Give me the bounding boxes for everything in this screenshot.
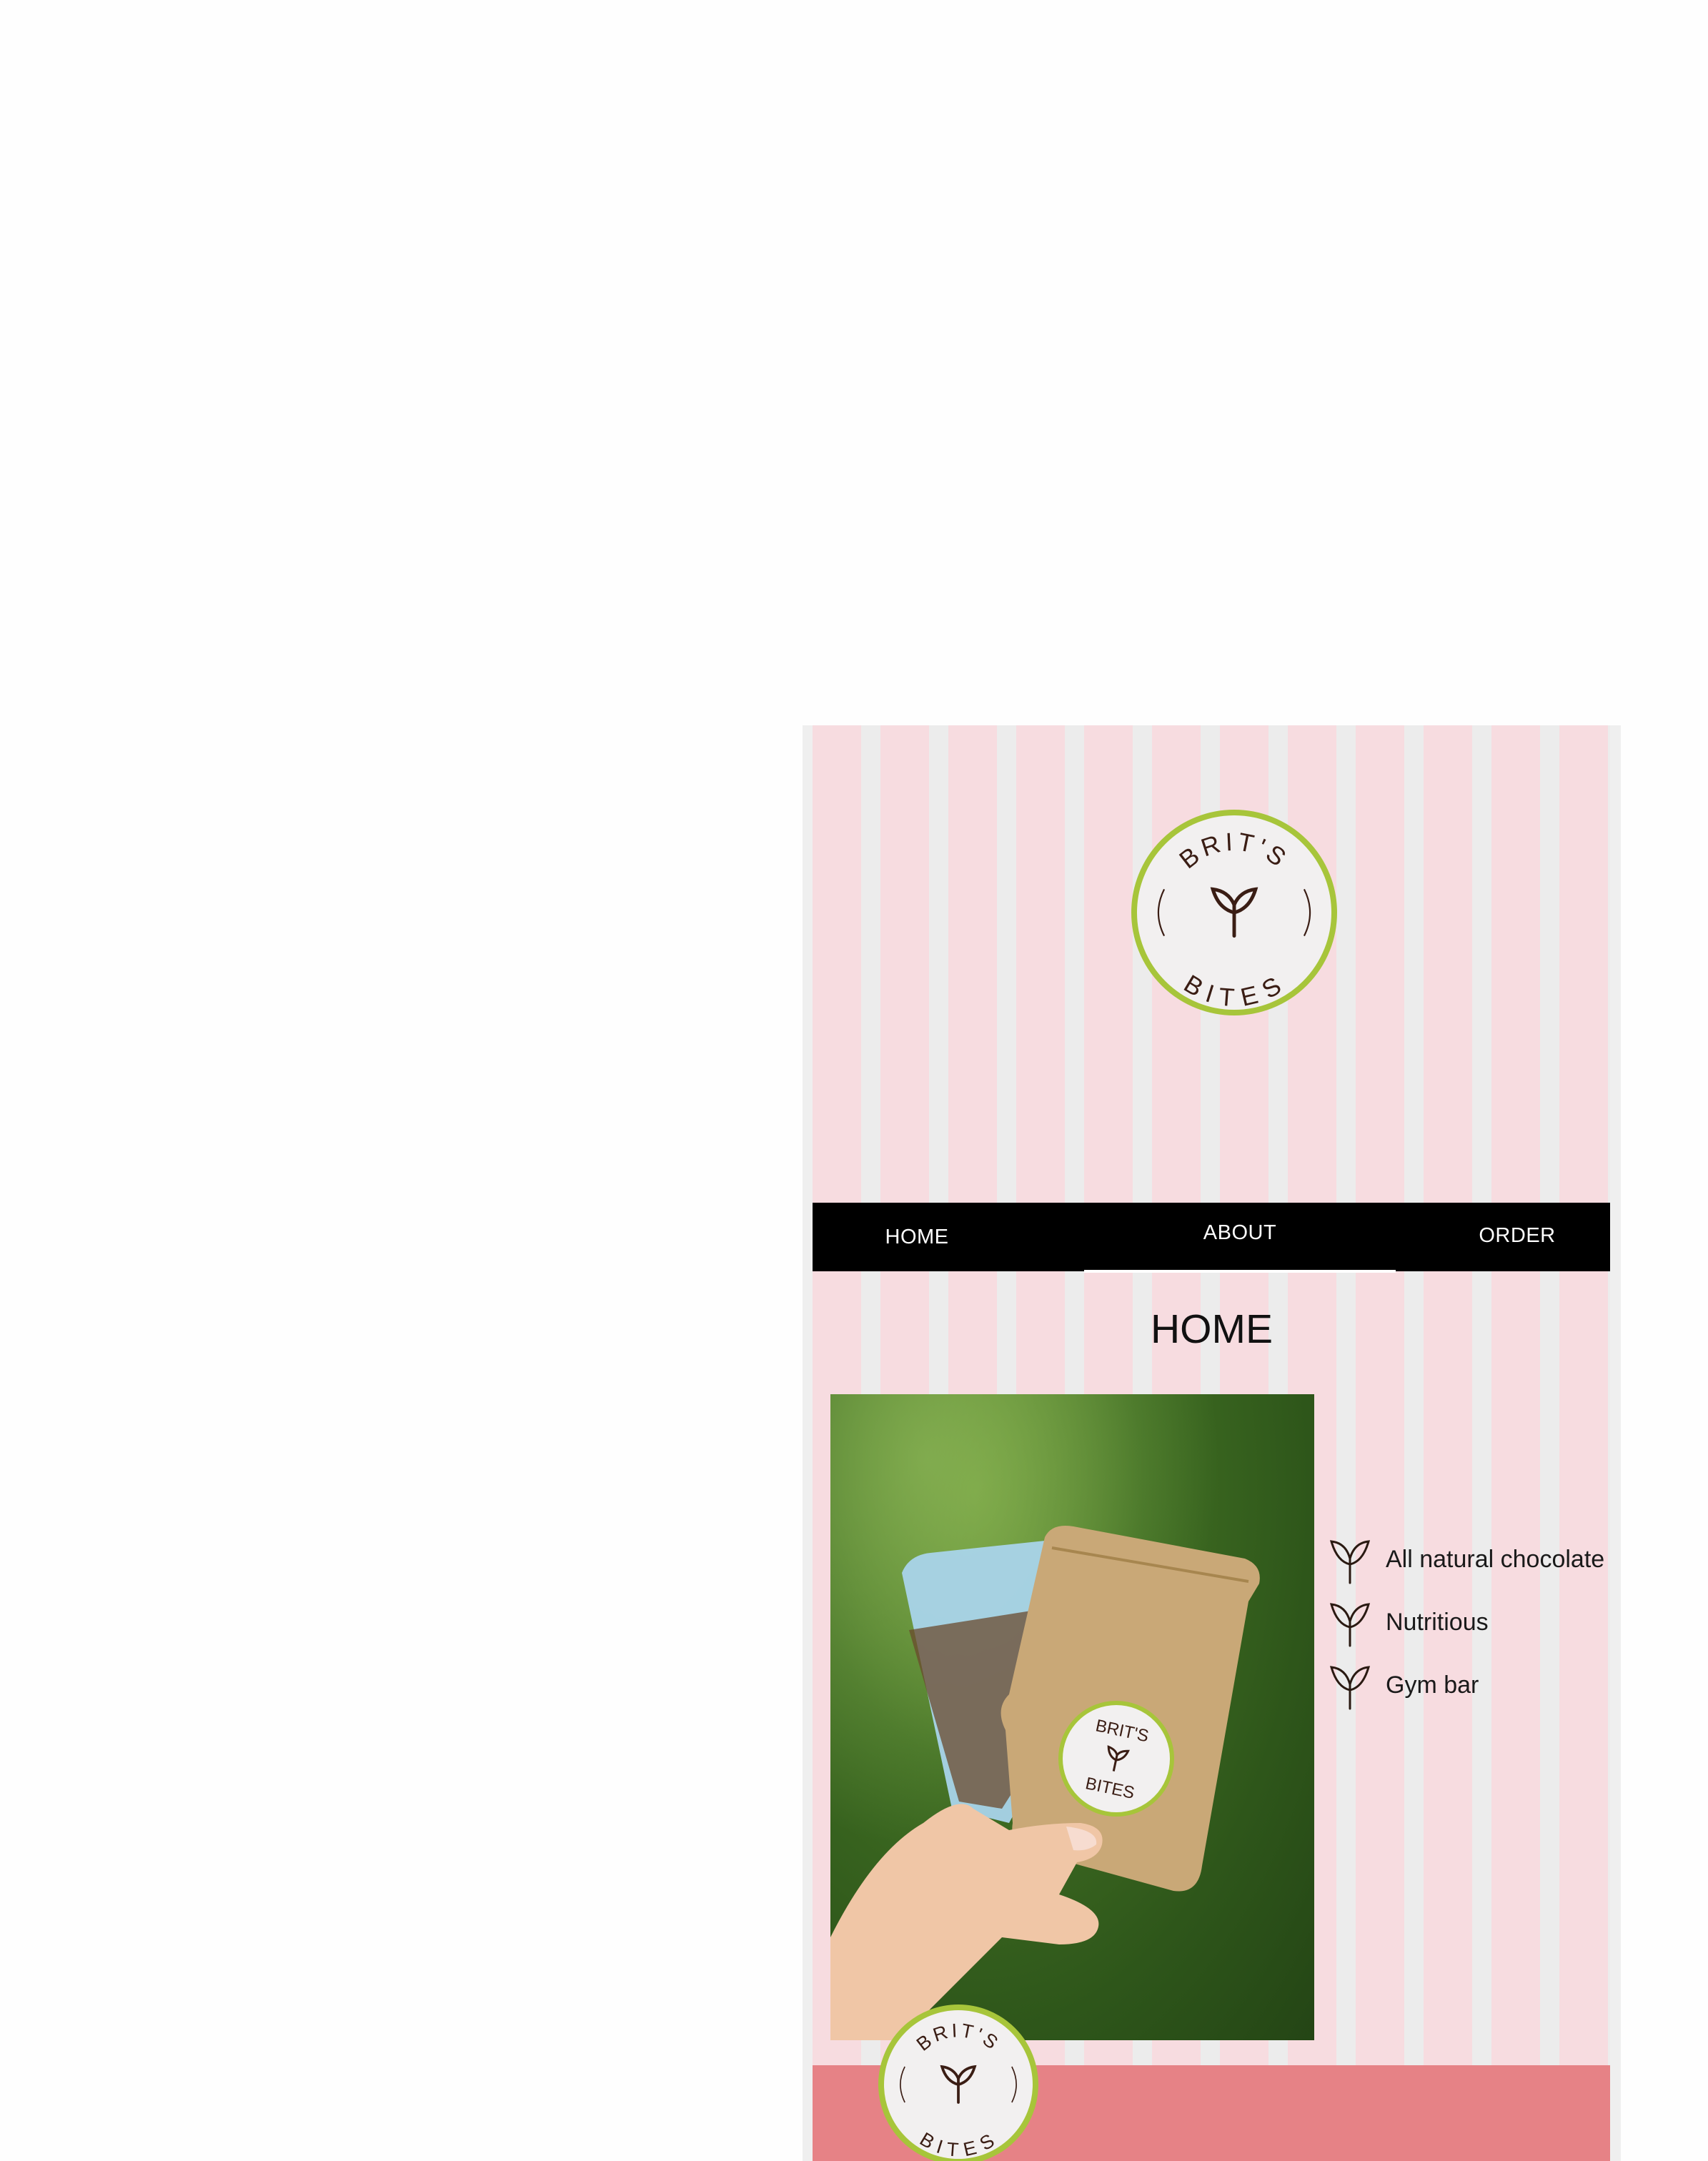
footer-logo[interactable]: BRIT'S BITES [878,2004,1038,2161]
nav-active-indicator [1084,1270,1396,1273]
feature-label: All natural chocolate [1386,1545,1605,1573]
sprout-icon [1329,1603,1371,1647]
logo-top-text: BRIT'S [1174,828,1290,875]
logo-graphic: BRIT'S BITES [1157,828,1311,1010]
sprout-icon [1210,887,1258,938]
svg-text:BRIT'S: BRIT'S [1174,828,1294,875]
svg-text:BITES: BITES [1179,970,1289,1010]
navigation-bar: HOME ABOUT ORDER [813,1203,1610,1273]
logo-graphic: BRIT'S BITES [900,2020,1017,2159]
feature-label: Nutritious [1386,1608,1489,1636]
nav-item-order[interactable]: ORDER [1396,1201,1621,1270]
page-title: HOME [1151,1306,1273,1352]
feature-item: Nutritious [1327,1597,1489,1647]
logo-top-text: BRIT'S [913,2020,1001,2055]
brand-logo[interactable]: BRIT'S BITES [1131,810,1337,1015]
product-photo: BRIT'S BITES [830,1394,1314,2040]
nav-item-home[interactable]: HOME [813,1203,1021,1271]
svg-text:BRIT'S: BRIT'S [913,2020,1004,2055]
feature-item: Gym bar [1327,1660,1479,1710]
nav-item-about[interactable]: ABOUT [1084,1198,1396,1267]
logo-bottom-text: BITES [916,2128,998,2159]
feature-label: Gym bar [1386,1671,1479,1699]
canvas: BRIT'S BITES HOME ABOUT ORDER HOME BRIT'… [0,0,1708,2161]
feature-item: All natural chocolate [1327,1534,1604,1584]
sprout-icon [940,2065,977,2104]
svg-text:BITES: BITES [916,2128,1001,2159]
page-frame: BRIT'S BITES HOME ABOUT ORDER HOME BRIT'… [803,725,1621,2161]
product-photo-illustration: BRIT'S BITES [830,1394,1314,2040]
logo-bottom-text: BITES [1179,970,1286,1010]
sprout-icon [1329,1540,1371,1584]
sprout-icon [1329,1666,1371,1710]
